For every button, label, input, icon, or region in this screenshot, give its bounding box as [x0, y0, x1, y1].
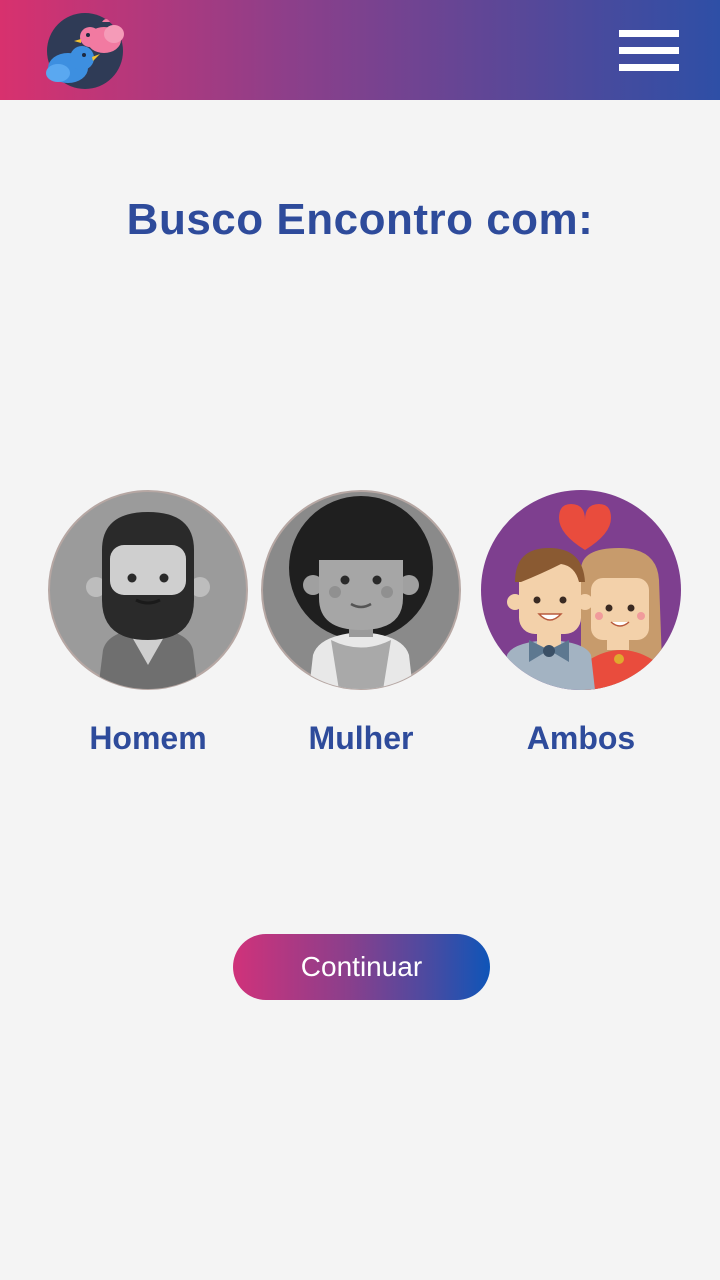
- menu-bar: [619, 47, 679, 54]
- woman-avatar-icon: [261, 490, 461, 690]
- app-header: [0, 0, 720, 100]
- option-label: Homem: [89, 720, 207, 756]
- option-label: Mulher: [308, 720, 414, 756]
- option-label: Ambos: [526, 720, 636, 756]
- option-homem[interactable]: Homem: [43, 490, 253, 770]
- menu-bar: [619, 30, 679, 37]
- continue-button[interactable]: Continuar: [233, 934, 490, 1000]
- option-mulher[interactable]: Mulher: [256, 490, 466, 770]
- man-avatar-icon: [48, 490, 248, 690]
- couple-avatar-icon: [481, 490, 681, 690]
- option-ambos[interactable]: Ambos: [476, 490, 686, 770]
- hamburger-menu-button[interactable]: [612, 24, 684, 76]
- page-title: Busco Encontro com:: [126, 195, 594, 244]
- birds-logo-icon[interactable]: [44, 10, 126, 92]
- menu-bar: [619, 64, 679, 71]
